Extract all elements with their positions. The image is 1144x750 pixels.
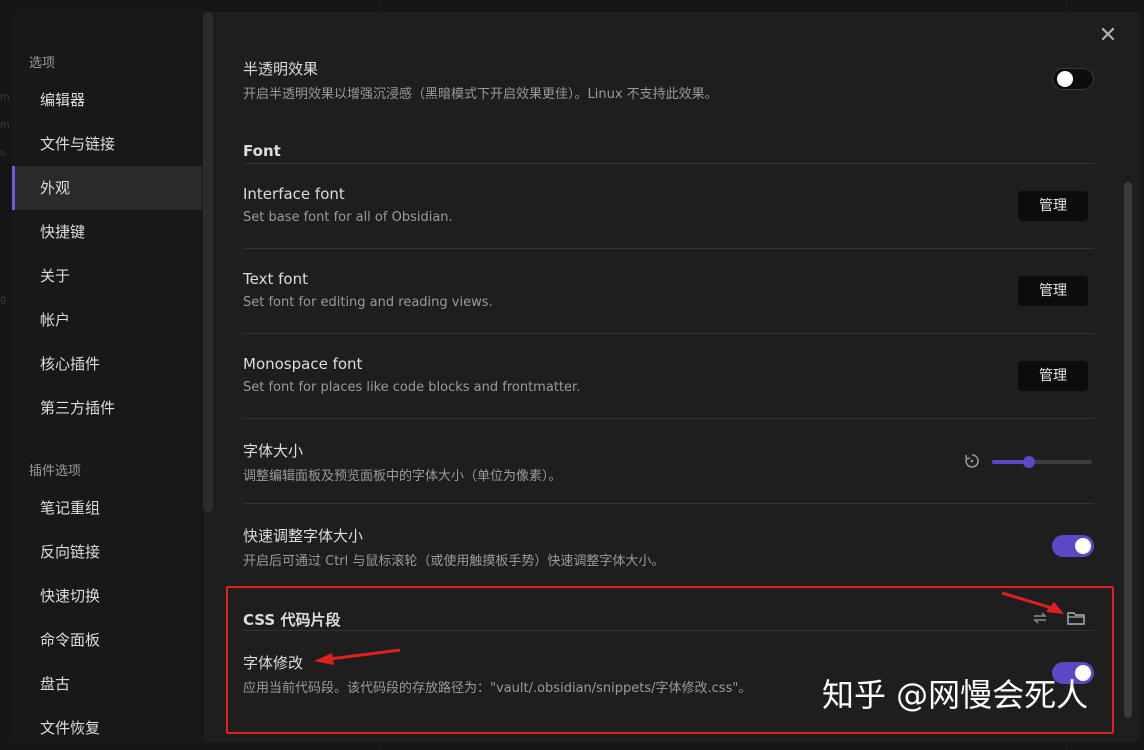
sidebar-header-plugin-options: 插件选项: [29, 464, 82, 479]
background-text-fragment: m: [0, 120, 10, 131]
setting-text-font-name: Text font: [243, 270, 308, 288]
divider: [243, 503, 1094, 504]
divider: [243, 418, 1094, 419]
toggle-knob: [1075, 538, 1091, 554]
sidebar-item-editor[interactable]: 编辑器: [12, 78, 202, 122]
divider: [243, 163, 1094, 164]
setting-quick-font-size-name: 快速调整字体大小: [243, 527, 364, 545]
watermark: 知乎 @网慢会死人: [822, 676, 1089, 714]
sidebar-item-core-plugins[interactable]: 核心插件: [12, 342, 202, 386]
interface-font-manage-button[interactable]: 管理: [1018, 191, 1088, 221]
sidebar-item-note-composer[interactable]: 笔记重组: [12, 486, 202, 530]
translucent-toggle[interactable]: [1052, 68, 1094, 90]
setting-snippet-name: 字体修改: [243, 654, 304, 672]
close-icon: ✕: [1098, 23, 1118, 48]
setting-font-size-name: 字体大小: [243, 442, 304, 460]
setting-translucent-desc: 开启半透明效果以增强沉浸感（黑暗模式下开启效果更佳）。Linux 不支持此效果。: [243, 87, 718, 102]
settings-sidebar: 选项 编辑器 文件与链接 外观 快捷键 关于 帐户 核心插件 第三方插件 插件选…: [12, 12, 204, 742]
monospace-font-manage-button[interactable]: 管理: [1018, 361, 1088, 391]
content-scrollbar[interactable]: [1124, 182, 1132, 718]
section-heading-font: Font: [243, 142, 281, 160]
setting-translucent-name: 半透明效果: [243, 60, 319, 78]
settings-modal: 选项 编辑器 文件与链接 外观 快捷键 关于 帐户 核心插件 第三方插件 插件选…: [12, 12, 1140, 742]
section-heading-css-snippets: CSS 代码片段: [243, 611, 341, 629]
sidebar-item-files-links[interactable]: 文件与链接: [12, 122, 202, 166]
setting-font-size-desc: 调整编辑面板及预览面板中的字体大小（单位为像素）。: [243, 469, 562, 484]
divider: [243, 333, 1094, 334]
reset-icon[interactable]: [963, 452, 981, 470]
sidebar-item-community-plugins[interactable]: 第三方插件: [12, 386, 202, 430]
sidebar-scrollbar[interactable]: [203, 12, 213, 512]
setting-snippet-desc: 应用当前代码段。该代码段的存放路径为："vault/.obsidian/snip…: [243, 681, 752, 696]
sidebar-header-options: 选项: [29, 56, 56, 71]
divider: [243, 630, 1094, 631]
setting-quick-font-size-desc: 开启后可通过 Ctrl 与鼠标滚轮（或使用触摸板手势）快速调整字体大小。: [243, 554, 665, 569]
background-text-fragment: g: [0, 294, 7, 305]
sidebar-item-about[interactable]: 关于: [12, 254, 202, 298]
sidebar-item-command-palette[interactable]: 命令面板: [12, 618, 202, 662]
sidebar-item-appearance[interactable]: 外观: [12, 166, 202, 210]
setting-interface-font-name: Interface font: [243, 185, 345, 203]
divider: [243, 248, 1094, 249]
sidebar-item-file-recovery[interactable]: 文件恢复: [12, 706, 202, 742]
background-text-fragment: m: [0, 92, 10, 103]
toggle-knob: [1057, 71, 1073, 87]
sidebar-item-account[interactable]: 帐户: [12, 298, 202, 342]
quick-font-size-toggle[interactable]: [1052, 535, 1094, 557]
setting-monospace-font-desc: Set font for places like code blocks and…: [243, 380, 581, 395]
sidebar-item-quick-switcher[interactable]: 快速切换: [12, 574, 202, 618]
setting-text-font-desc: Set font for editing and reading views.: [243, 295, 493, 310]
sidebar-item-pangu[interactable]: 盘古: [12, 662, 202, 706]
text-font-manage-button[interactable]: 管理: [1018, 276, 1088, 306]
setting-monospace-font-name: Monospace font: [243, 355, 363, 373]
sidebar-item-hotkeys[interactable]: 快捷键: [12, 210, 202, 254]
font-size-slider[interactable]: [992, 456, 1092, 468]
sidebar-item-backlinks[interactable]: 反向链接: [12, 530, 202, 574]
setting-interface-font-desc: Set base font for all of Obsidian.: [243, 210, 453, 225]
slider-thumb[interactable]: [1023, 456, 1035, 468]
annotation-arrow: [314, 648, 401, 665]
close-button[interactable]: ✕: [1096, 24, 1120, 48]
annotation-arrow: [1001, 591, 1064, 614]
background-text-fragment: s: [0, 148, 6, 159]
